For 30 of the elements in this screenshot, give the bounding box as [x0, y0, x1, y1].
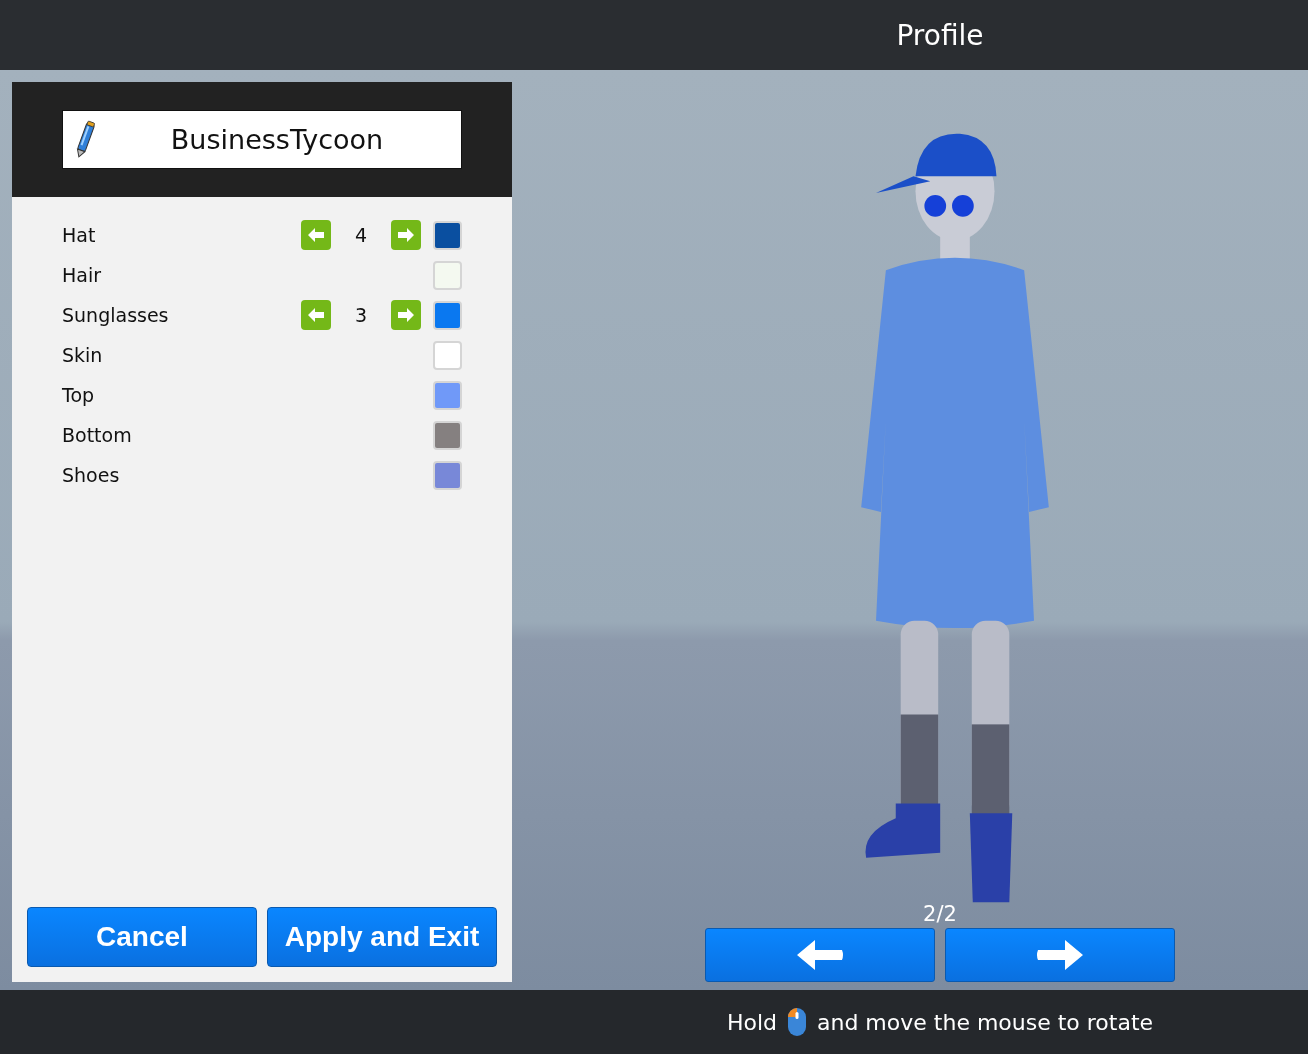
item-label: Top	[62, 384, 96, 406]
page-counter: 2/2	[923, 902, 957, 926]
color-swatch[interactable]	[433, 220, 462, 250]
mouse-icon	[787, 1007, 807, 1037]
right-arrow-icon	[396, 305, 416, 325]
item-label: Skin	[62, 344, 104, 366]
color-swatch[interactable]	[433, 460, 462, 490]
color-swatch[interactable]	[433, 340, 462, 370]
right-arrow-icon	[396, 225, 416, 245]
item-label: Shoes	[62, 464, 121, 486]
right-arrow-icon	[1035, 938, 1085, 972]
item-number: 4	[353, 224, 369, 246]
item-number: 3	[353, 304, 369, 326]
hint-text: Hold	[726, 1009, 777, 1035]
color-swatch[interactable]	[433, 260, 462, 290]
name-input-field[interactable]: BusinessTycoon	[62, 110, 462, 169]
cancel-button[interactable]: Cancel	[27, 907, 257, 967]
item-label: Hat	[62, 224, 97, 246]
apply-button[interactable]: Apply and Exit	[267, 907, 497, 967]
hint-text: and move the mouse to rotate	[817, 1009, 1154, 1035]
item-label: Bottom	[62, 424, 133, 446]
page-title: Profile	[896, 18, 984, 52]
color-swatch[interactable]	[433, 300, 462, 330]
left-arrow-icon	[795, 938, 845, 972]
color-swatch[interactable]	[433, 420, 462, 450]
item-label: Sunglasses	[62, 304, 170, 326]
color-swatch[interactable]	[433, 380, 462, 410]
previous-button[interactable]	[705, 928, 935, 982]
item-label: Hair	[62, 264, 103, 286]
next-button[interactable]	[945, 928, 1175, 982]
